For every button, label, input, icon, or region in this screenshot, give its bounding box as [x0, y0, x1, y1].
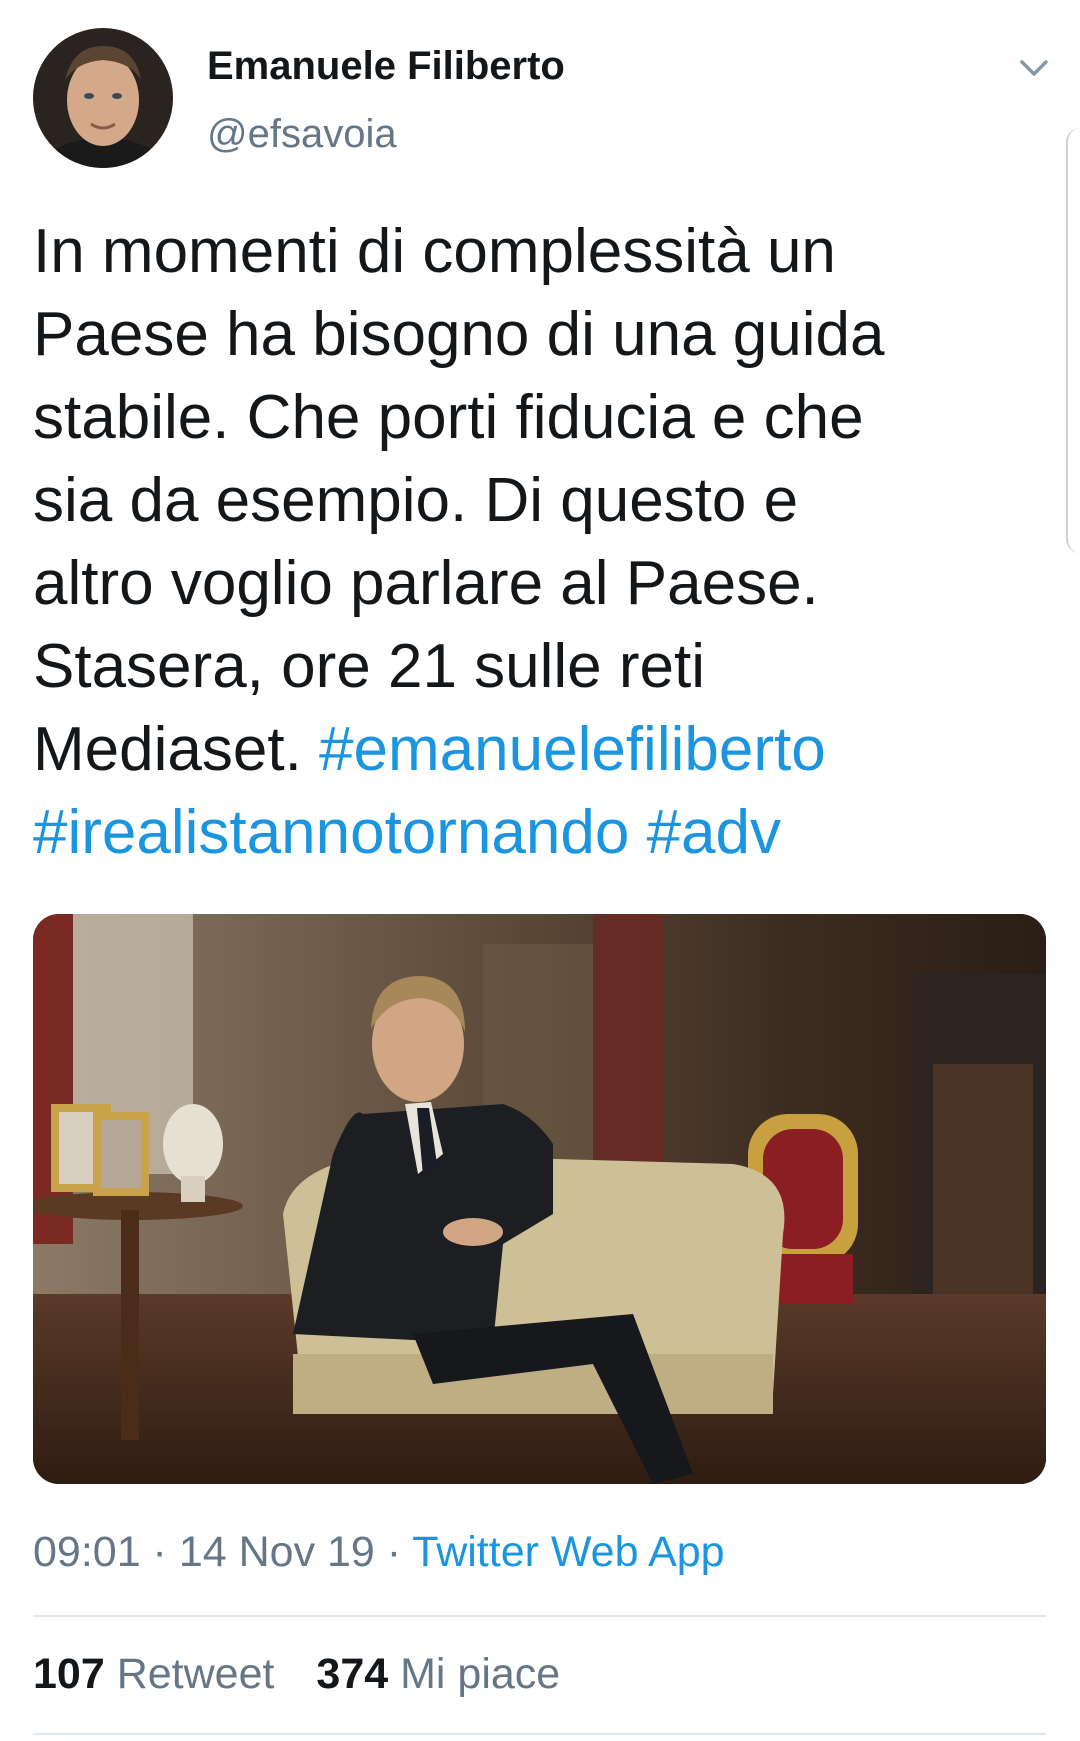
divider	[33, 1733, 1046, 1735]
hashtag-link[interactable]: #emanuelefiliberto	[319, 715, 826, 784]
tweet-date: 14 Nov 19	[178, 1528, 375, 1576]
avatar[interactable]	[33, 28, 173, 168]
tweet-source-link[interactable]: Twitter Web App	[412, 1528, 724, 1576]
chevron-down-icon[interactable]	[1014, 56, 1054, 80]
retweet-count: 107	[33, 1650, 105, 1698]
tweet-text: In momenti di complessità un Paese ha bi…	[33, 210, 1043, 874]
hashtag-link[interactable]: #irealistannotornando	[33, 798, 629, 867]
tweet-text-line: Mediaset. #emanuelefiliberto	[33, 708, 1043, 791]
tweet-time: 09:01	[33, 1528, 141, 1576]
tweet-text-line: In momenti di complessità un	[33, 217, 836, 286]
tweet-meta: 09:01 · 14 Nov 19 · Twitter Web App	[33, 1528, 725, 1577]
scroll-indicator	[1066, 128, 1080, 553]
retweet-stat[interactable]: 107 Retweet	[33, 1650, 274, 1698]
like-count: 374	[316, 1650, 389, 1698]
media-photo	[33, 914, 1046, 1484]
like-stat[interactable]: 374 Mi piace	[316, 1650, 560, 1698]
tweet-text-line: Paese ha bisogno di una guida	[33, 300, 885, 369]
tweet-media-image[interactable]	[33, 914, 1046, 1484]
hashtag-link[interactable]: #adv	[647, 798, 781, 867]
author-name[interactable]: Emanuele Filiberto	[207, 44, 565, 89]
meta-separator: ·	[374, 1528, 413, 1576]
like-label: Mi piace	[400, 1650, 561, 1698]
tweet-text-line: altro voglio parlare al Paese.	[33, 549, 819, 618]
divider	[33, 1615, 1046, 1617]
author-handle[interactable]: @efsavoia	[207, 112, 397, 157]
tweet-text-line: #irealistannotornando #adv	[33, 791, 1043, 874]
tweet-text-line: sia da esempio. Di questo e	[33, 466, 799, 535]
tweet-text-line: stabile. Che porti fiducia e che	[33, 383, 864, 452]
retweet-label: Retweet	[116, 1650, 275, 1698]
meta-separator: ·	[140, 1528, 179, 1576]
tweet-text-line: Stasera, ore 21 sulle reti	[33, 632, 706, 701]
avatar-photo	[33, 28, 173, 168]
tweet-stats: 107 Retweet 374 Mi piace	[33, 1650, 590, 1699]
tweet-text-fragment: Mediaset.	[33, 715, 320, 784]
